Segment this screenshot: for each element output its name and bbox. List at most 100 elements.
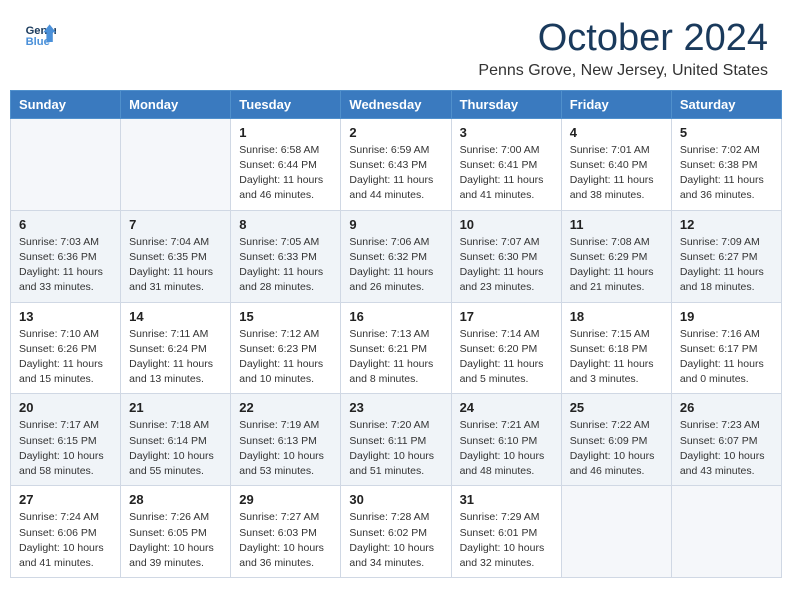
calendar-cell: 7Sunrise: 7:04 AMSunset: 6:35 PMDaylight… [121, 210, 231, 302]
day-detail: Sunrise: 7:27 AMSunset: 6:03 PMDaylight:… [239, 510, 332, 571]
day-number: 26 [680, 400, 773, 415]
day-detail: Sunrise: 7:07 AMSunset: 6:30 PMDaylight:… [460, 235, 553, 296]
calendar-cell: 31 Sunrise: 7:29 AMSunset: 6:01 PMDayligh… [451, 486, 561, 578]
day-detail: Sunrise: 7:05 AMSunset: 6:33 PMDaylight:… [239, 235, 332, 296]
svg-text:Blue: Blue [26, 36, 50, 48]
day-number: 1 [239, 125, 332, 140]
day-number: 5 [680, 125, 773, 140]
day-detail: Sunrise: 7:15 AMSunset: 6:18 PMDaylight:… [570, 327, 663, 388]
calendar-cell: 20 Sunrise: 7:17 AMSunset: 6:15 PMDayligh… [11, 394, 121, 486]
day-detail: Sunrise: 6:58 AMSunset: 6:44 PMDaylight:… [239, 143, 332, 204]
day-detail: Sunrise: 7:14 AMSunset: 6:20 PMDaylight:… [460, 327, 553, 388]
day-number: 24 [460, 400, 553, 415]
page-header: General Blue October 2024 Penns Grove, N… [0, 0, 792, 90]
day-detail: Sunrise: 7:19 AMSunset: 6:13 PMDaylight:… [239, 418, 332, 479]
calendar-cell: 11 Sunrise: 7:08 AMSunset: 6:29 PMDayligh… [561, 210, 671, 302]
day-number: 14 [129, 309, 222, 324]
day-number: 3 [460, 125, 553, 140]
day-detail: Sunrise: 7:29 AMSunset: 6:01 PMDaylight:… [460, 510, 553, 571]
logo: General Blue [24, 18, 56, 50]
day-number: 17 [460, 309, 553, 324]
day-number: 25 [570, 400, 663, 415]
location: Penns Grove, New Jersey, United States [478, 62, 768, 80]
day-detail: Sunrise: 7:18 AMSunset: 6:14 PMDaylight:… [129, 418, 222, 479]
col-header-saturday: Saturday [671, 90, 781, 118]
col-header-wednesday: Wednesday [341, 90, 451, 118]
day-number: 21 [129, 400, 222, 415]
day-detail: Sunrise: 7:03 AMSunset: 6:36 PMDaylight:… [19, 235, 112, 296]
day-number: 6 [19, 217, 112, 232]
day-detail: Sunrise: 6:59 AMSunset: 6:43 PMDaylight:… [349, 143, 442, 204]
calendar-cell [121, 118, 231, 210]
day-detail: Sunrise: 7:22 AMSunset: 6:09 PMDaylight:… [570, 418, 663, 479]
calendar-cell: 10 Sunrise: 7:07 AMSunset: 6:30 PMDayligh… [451, 210, 561, 302]
day-detail: Sunrise: 7:13 AMSunset: 6:21 PMDaylight:… [349, 327, 442, 388]
day-detail: Sunrise: 7:23 AMSunset: 6:07 PMDaylight:… [680, 418, 773, 479]
day-detail: Sunrise: 7:01 AMSunset: 6:40 PMDaylight:… [570, 143, 663, 204]
day-detail: Sunrise: 7:04 AMSunset: 6:35 PMDaylight:… [129, 235, 222, 296]
calendar-cell: 25 Sunrise: 7:22 AMSunset: 6:09 PMDayligh… [561, 394, 671, 486]
calendar-row-1: 1 Sunrise: 6:58 AMSunset: 6:44 PMDaylight… [11, 118, 782, 210]
day-number: 22 [239, 400, 332, 415]
calendar-cell: 28 Sunrise: 7:26 AMSunset: 6:05 PMDayligh… [121, 486, 231, 578]
day-detail: Sunrise: 7:06 AMSunset: 6:32 PMDaylight:… [349, 235, 442, 296]
day-detail: Sunrise: 7:16 AMSunset: 6:17 PMDaylight:… [680, 327, 773, 388]
calendar-cell: 16 Sunrise: 7:13 AMSunset: 6:21 PMDayligh… [341, 302, 451, 394]
day-detail: Sunrise: 7:12 AMSunset: 6:23 PMDaylight:… [239, 327, 332, 388]
day-detail: Sunrise: 7:02 AMSunset: 6:38 PMDaylight:… [680, 143, 773, 204]
day-number: 9 [349, 217, 442, 232]
day-number: 23 [349, 400, 442, 415]
calendar-cell: 1 Sunrise: 6:58 AMSunset: 6:44 PMDaylight… [231, 118, 341, 210]
day-number: 29 [239, 492, 332, 507]
calendar-cell: 5 Sunrise: 7:02 AMSunset: 6:38 PMDaylight… [671, 118, 781, 210]
day-number: 4 [570, 125, 663, 140]
col-header-tuesday: Tuesday [231, 90, 341, 118]
day-number: 31 [460, 492, 553, 507]
day-number: 15 [239, 309, 332, 324]
day-number: 11 [570, 217, 663, 232]
day-detail: Sunrise: 7:28 AMSunset: 6:02 PMDaylight:… [349, 510, 442, 571]
day-number: 27 [19, 492, 112, 507]
calendar-cell [11, 118, 121, 210]
day-detail: Sunrise: 7:26 AMSunset: 6:05 PMDaylight:… [129, 510, 222, 571]
day-detail: Sunrise: 7:17 AMSunset: 6:15 PMDaylight:… [19, 418, 112, 479]
col-header-friday: Friday [561, 90, 671, 118]
calendar-cell: 29 Sunrise: 7:27 AMSunset: 6:03 PMDayligh… [231, 486, 341, 578]
calendar-cell: 15 Sunrise: 7:12 AMSunset: 6:23 PMDayligh… [231, 302, 341, 394]
calendar-cell: 24 Sunrise: 7:21 AMSunset: 6:10 PMDayligh… [451, 394, 561, 486]
title-block: October 2024 Penns Grove, New Jersey, Un… [478, 18, 768, 80]
calendar-cell: 14Sunrise: 7:11 AMSunset: 6:24 PMDayligh… [121, 302, 231, 394]
calendar-cell: 30Sunrise: 7:28 AMSunset: 6:02 PMDayligh… [341, 486, 451, 578]
day-detail: Sunrise: 7:21 AMSunset: 6:10 PMDaylight:… [460, 418, 553, 479]
month-title: October 2024 [478, 18, 768, 60]
calendar-cell [561, 486, 671, 578]
calendar-cell: 23Sunrise: 7:20 AMSunset: 6:11 PMDayligh… [341, 394, 451, 486]
day-detail: Sunrise: 7:00 AMSunset: 6:41 PMDaylight:… [460, 143, 553, 204]
col-header-sunday: Sunday [11, 90, 121, 118]
col-header-monday: Monday [121, 90, 231, 118]
calendar-row-5: 27 Sunrise: 7:24 AMSunset: 6:06 PMDayligh… [11, 486, 782, 578]
day-number: 2 [349, 125, 442, 140]
calendar-cell: 3 Sunrise: 7:00 AMSunset: 6:41 PMDaylight… [451, 118, 561, 210]
day-number: 28 [129, 492, 222, 507]
col-header-thursday: Thursday [451, 90, 561, 118]
calendar-header-row: SundayMondayTuesdayWednesdayThursdayFrid… [11, 90, 782, 118]
calendar-cell [671, 486, 781, 578]
calendar-cell: 26 Sunrise: 7:23 AMSunset: 6:07 PMDayligh… [671, 394, 781, 486]
day-detail: Sunrise: 7:08 AMSunset: 6:29 PMDaylight:… [570, 235, 663, 296]
day-detail: Sunrise: 7:24 AMSunset: 6:06 PMDaylight:… [19, 510, 112, 571]
logo-icon: General Blue [24, 18, 56, 50]
day-number: 16 [349, 309, 442, 324]
calendar-row-4: 20 Sunrise: 7:17 AMSunset: 6:15 PMDayligh… [11, 394, 782, 486]
day-number: 20 [19, 400, 112, 415]
calendar-cell: 19Sunrise: 7:16 AMSunset: 6:17 PMDayligh… [671, 302, 781, 394]
day-number: 10 [460, 217, 553, 232]
calendar-cell: 27 Sunrise: 7:24 AMSunset: 6:06 PMDayligh… [11, 486, 121, 578]
calendar-cell: 9 Sunrise: 7:06 AMSunset: 6:32 PMDaylight… [341, 210, 451, 302]
calendar-row-3: 13Sunrise: 7:10 AMSunset: 6:26 PMDayligh… [11, 302, 782, 394]
day-number: 13 [19, 309, 112, 324]
calendar-cell: 22 Sunrise: 7:19 AMSunset: 6:13 PMDayligh… [231, 394, 341, 486]
day-number: 12 [680, 217, 773, 232]
calendar-cell: 13Sunrise: 7:10 AMSunset: 6:26 PMDayligh… [11, 302, 121, 394]
calendar-cell: 6 Sunrise: 7:03 AMSunset: 6:36 PMDaylight… [11, 210, 121, 302]
